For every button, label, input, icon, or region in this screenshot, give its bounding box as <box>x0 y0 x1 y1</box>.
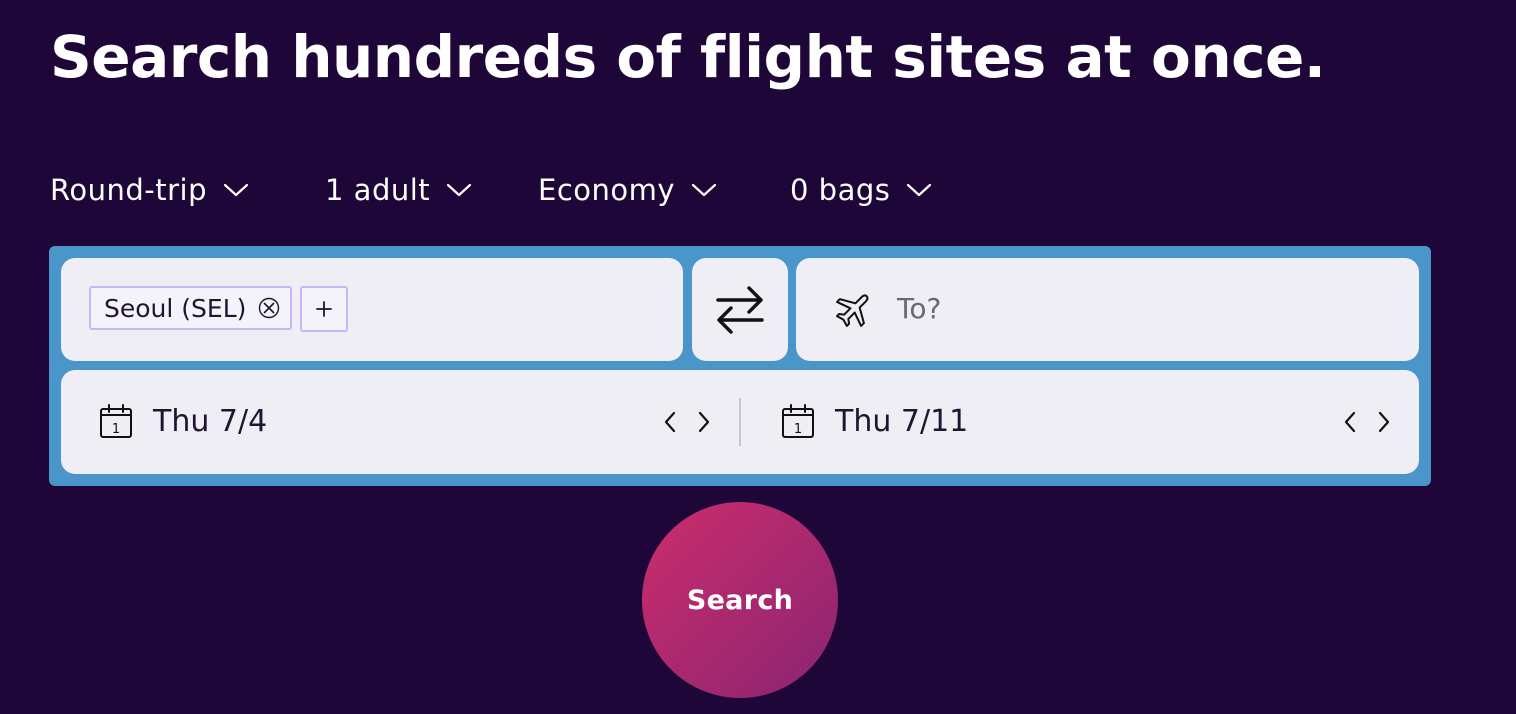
depart-date-picker[interactable]: 1 Thu 7/4 <box>61 370 731 474</box>
bags-dropdown[interactable]: 0 bags <box>790 168 932 212</box>
trip-type-dropdown[interactable]: Round-trip <box>50 168 249 212</box>
calendar-day-number: 1 <box>112 422 120 437</box>
origin-chip: Seoul (SEL) <box>89 286 293 330</box>
calendar-icon: 1 <box>100 404 132 438</box>
cabin-class-dropdown[interactable]: Economy <box>538 168 717 212</box>
chevron-down-icon <box>447 183 472 197</box>
plus-icon <box>316 301 332 317</box>
search-button[interactable]: Search <box>642 502 838 698</box>
flight-search-form: Seoul (SEL) To? 1 Thu 7/4 1 Thu 7/11 <box>49 246 1431 486</box>
close-icon[interactable] <box>258 297 280 319</box>
destination-field[interactable]: To? <box>796 258 1419 361</box>
plane-icon <box>836 294 869 327</box>
page-title: Search hundreds of flight sites at once. <box>50 23 1326 91</box>
swap-button[interactable] <box>692 258 788 361</box>
return-date-label: Thu 7/11 <box>835 404 969 439</box>
chevron-down-icon <box>691 183 717 197</box>
depart-date-label: Thu 7/4 <box>153 404 268 439</box>
swap-arrows-icon <box>716 285 764 334</box>
origin-chip-label: Seoul (SEL) <box>104 293 247 323</box>
bags-label: 0 bags <box>790 173 891 207</box>
date-divider <box>739 398 741 446</box>
chevron-left-icon[interactable] <box>659 407 681 437</box>
add-origin-button[interactable] <box>300 286 348 332</box>
chevron-right-icon[interactable] <box>693 407 715 437</box>
trip-type-label: Round-trip <box>50 173 207 207</box>
origin-field[interactable]: Seoul (SEL) <box>61 258 683 361</box>
chevron-left-icon[interactable] <box>1339 407 1361 437</box>
page: Search hundreds of flight sites at once.… <box>0 0 1516 714</box>
calendar-icon: 1 <box>782 404 814 438</box>
return-date-picker[interactable]: 1 Thu 7/11 <box>743 370 1413 474</box>
travelers-dropdown[interactable]: 1 adult <box>325 168 472 212</box>
calendar-day-number: 1 <box>794 422 802 437</box>
dates-field: 1 Thu 7/4 1 Thu 7/11 <box>61 370 1419 474</box>
chevron-right-icon[interactable] <box>1373 407 1395 437</box>
chevron-down-icon <box>223 183 249 197</box>
chevron-down-icon <box>907 183 932 197</box>
destination-placeholder: To? <box>897 292 942 325</box>
cabin-class-label: Economy <box>538 173 676 207</box>
travelers-label: 1 adult <box>325 173 431 207</box>
